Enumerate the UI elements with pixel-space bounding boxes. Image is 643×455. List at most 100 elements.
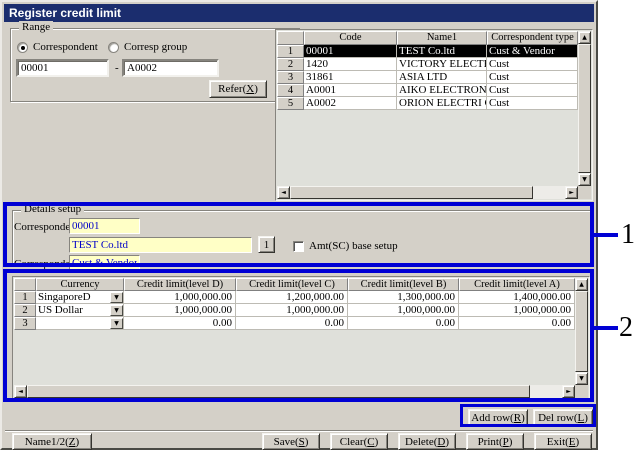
correspondent-grid-body: 100001TEST Co.ltdCust & Vendor21420VICTO… (277, 45, 578, 186)
header-level-d[interactable]: Credit limit(level D) (124, 278, 236, 291)
corresp-group-radio-label[interactable]: Corresp group (124, 41, 187, 53)
scroll-up-icon[interactable]: ▲ (578, 31, 591, 44)
row-number[interactable]: 1 (14, 291, 36, 304)
cell-limit-level-a[interactable]: 1,000,000.00 (459, 304, 575, 317)
print-button[interactable]: Print(P) (466, 433, 524, 450)
amt-sc-checkbox-label[interactable]: Amt(SC) base setup (309, 240, 398, 252)
chevron-down-icon[interactable]: ▼ (110, 318, 123, 329)
table-row[interactable]: 4A0001AIKO ELECTRONICSCust (277, 84, 578, 97)
scroll-down-icon[interactable]: ▼ (575, 372, 588, 385)
row-number[interactable]: 5 (277, 97, 304, 110)
cell-code[interactable]: 31861 (304, 71, 397, 84)
add-row-button[interactable]: Add row(R) (468, 409, 528, 426)
row-number[interactable]: 3 (14, 317, 36, 330)
header-currency[interactable]: Currency (36, 278, 124, 291)
header-name1[interactable]: Name1 (397, 31, 487, 45)
credit-grid-header: Currency Credit limit(level D) Credit li… (14, 278, 575, 291)
cell-name1[interactable]: VICTORY ELECTRON L (397, 58, 487, 71)
header-level-c[interactable]: Credit limit(level C) (236, 278, 348, 291)
correspondent-grid-hscrollbar[interactable]: ◄ ► (277, 186, 578, 199)
correspondent-name-field[interactable] (69, 237, 252, 253)
scrollbar-corner (578, 186, 591, 199)
hscroll-thumb[interactable] (290, 186, 533, 199)
clear-button[interactable]: Clear(C) (330, 433, 388, 450)
row-number[interactable]: 1 (277, 45, 304, 58)
row-number[interactable]: 2 (277, 58, 304, 71)
exit-button[interactable]: Exit(E) (534, 433, 592, 450)
delete-button[interactable]: Delete(D) (398, 433, 456, 450)
cell-limit-level-d[interactable]: 0.00 (124, 317, 236, 330)
currency-combo[interactable]: SingaporeD▼ (36, 291, 124, 304)
credit-grid-hscrollbar[interactable]: ◄ ► (14, 385, 575, 398)
hscroll-thumb[interactable] (27, 385, 530, 398)
header-level-b[interactable]: Credit limit(level B) (348, 278, 459, 291)
corresp-group-radio[interactable] (108, 42, 119, 53)
correspondent-radio-label[interactable]: Correspondent (33, 41, 98, 53)
table-row[interactable]: 331861ASIA LTDCust (277, 71, 578, 84)
cell-correspondent-type[interactable]: Cust (487, 84, 578, 97)
vscroll-thumb[interactable] (575, 291, 588, 372)
header-level-a[interactable]: Credit limit(level A) (459, 278, 575, 291)
refer-button[interactable]: Refer(X) (209, 80, 267, 98)
range-from-input[interactable] (16, 59, 109, 77)
cell-name1[interactable]: ORION ELECTRI CO LT (397, 97, 487, 110)
row-number[interactable]: 2 (14, 304, 36, 317)
scroll-right-icon[interactable]: ► (565, 186, 578, 199)
row-number[interactable]: 3 (277, 71, 304, 84)
chevron-down-icon[interactable]: ▼ (110, 292, 123, 303)
cell-limit-level-a[interactable]: 0.00 (459, 317, 575, 330)
table-row[interactable]: 21420VICTORY ELECTRON LCust (277, 58, 578, 71)
scroll-up-icon[interactable]: ▲ (575, 278, 588, 291)
correspondent-radio[interactable] (17, 42, 28, 53)
save-button[interactable]: Save(S) (262, 433, 320, 450)
currency-combo[interactable]: ▼ (36, 317, 124, 330)
table-row[interactable]: 2US Dollar▼1,000,000.001,000,000.001,000… (14, 304, 575, 317)
credit-grid-vscrollbar[interactable]: ▲ ▼ (575, 278, 588, 385)
scroll-left-icon[interactable]: ◄ (14, 385, 27, 398)
cell-limit-level-c[interactable]: 0.00 (236, 317, 348, 330)
cell-limit-level-c[interactable]: 1,000,000.00 (236, 304, 348, 317)
name12-button[interactable]: Name1/2(Z) (12, 433, 92, 450)
range-groupbox: Range Correspondent Corresp group - Refe… (10, 28, 300, 102)
scroll-left-icon[interactable]: ◄ (277, 186, 290, 199)
clear-label: Clear( (340, 436, 367, 448)
scroll-down-icon[interactable]: ▼ (578, 173, 591, 186)
cell-limit-level-d[interactable]: 1,000,000.00 (124, 304, 236, 317)
del-row-button[interactable]: Del row(L) (533, 409, 593, 426)
amt-sc-checkbox[interactable] (293, 241, 304, 252)
name-lookup-button[interactable]: 1 (258, 236, 275, 253)
cell-correspondent-type[interactable]: Cust (487, 58, 578, 71)
row-number[interactable]: 4 (277, 84, 304, 97)
cell-correspondent-type[interactable]: Cust (487, 71, 578, 84)
cell-limit-level-a[interactable]: 1,400,000.00 (459, 291, 575, 304)
window-titlebar[interactable]: Register credit limit (4, 4, 594, 22)
correspondent-grid-vscrollbar[interactable]: ▲ ▼ (578, 31, 591, 186)
cell-limit-level-b[interactable]: 0.00 (348, 317, 459, 330)
table-row[interactable]: 3▼0.000.000.000.00 (14, 317, 575, 330)
cell-code[interactable]: 00001 (304, 45, 397, 58)
cell-name1[interactable]: TEST Co.ltd (397, 45, 487, 58)
cell-code[interactable]: A0002 (304, 97, 397, 110)
cell-code[interactable]: A0001 (304, 84, 397, 97)
scroll-right-icon[interactable]: ► (562, 385, 575, 398)
cell-name1[interactable]: AIKO ELECTRONICS (397, 84, 487, 97)
cell-correspondent-type[interactable]: Cust & Vendor (487, 45, 578, 58)
correspondent-code-field[interactable] (69, 218, 140, 234)
cell-correspondent-type[interactable]: Cust (487, 97, 578, 110)
cell-limit-level-d[interactable]: 1,000,000.00 (124, 291, 236, 304)
correspondent-type-field[interactable] (69, 255, 140, 271)
chevron-down-icon[interactable]: ▼ (110, 305, 123, 316)
range-to-input[interactable] (122, 59, 219, 77)
vscroll-thumb[interactable] (578, 44, 591, 173)
cell-name1[interactable]: ASIA LTD (397, 71, 487, 84)
header-code[interactable]: Code (304, 31, 397, 45)
cell-limit-level-b[interactable]: 1,300,000.00 (348, 291, 459, 304)
table-row[interactable]: 100001TEST Co.ltdCust & Vendor (277, 45, 578, 58)
cell-code[interactable]: 1420 (304, 58, 397, 71)
table-row[interactable]: 1SingaporeD▼1,000,000.001,200,000.001,30… (14, 291, 575, 304)
table-row[interactable]: 5A0002ORION ELECTRI CO LTCust (277, 97, 578, 110)
currency-combo[interactable]: US Dollar▼ (36, 304, 124, 317)
cell-limit-level-b[interactable]: 1,000,000.00 (348, 304, 459, 317)
cell-limit-level-c[interactable]: 1,200,000.00 (236, 291, 348, 304)
header-correspondent-type[interactable]: Correspondent type (487, 31, 578, 45)
